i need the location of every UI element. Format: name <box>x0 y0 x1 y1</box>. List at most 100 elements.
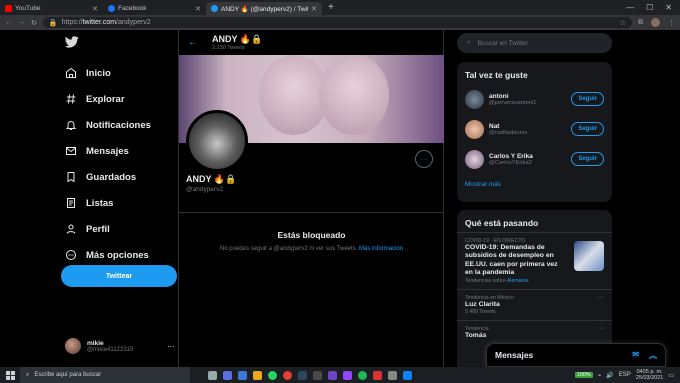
whatsapp-icon[interactable] <box>268 370 277 380</box>
nav-item-explorar[interactable]: Explorar <box>60 86 151 112</box>
app-icon[interactable] <box>373 370 382 380</box>
bell-icon <box>65 121 77 130</box>
new-tab-button[interactable]: + <box>322 2 340 15</box>
nav-item-label: Guardados <box>86 171 137 183</box>
more-icon[interactable]: ··· <box>597 325 604 332</box>
nav-item-inicio[interactable]: Inicio <box>60 60 151 86</box>
extensions-icon[interactable]: ⧉ <box>638 19 643 27</box>
suggestion-name: antoni <box>489 92 509 100</box>
learn-more-link[interactable]: Más información <box>359 246 403 252</box>
hashtag-icon <box>66 94 76 104</box>
window-controls: — ☐ ✕ <box>626 0 680 15</box>
reload-icon[interactable]: ↻ <box>31 19 37 27</box>
show-more-link[interactable]: Mostrar más <box>457 174 612 195</box>
avatar <box>465 119 484 139</box>
profile-avatar[interactable] <box>186 110 248 172</box>
back-nav-icon[interactable]: ← <box>5 19 12 26</box>
search-input[interactable]: ⌕ Buscar en Twitter <box>457 33 612 53</box>
volume-icon[interactable]: 🔊 <box>606 372 613 379</box>
system-tray: 100% ⌁ 🔊 ESP 0405 p. m. 25/03/2021 ▭ <box>574 369 680 381</box>
new-message-icon[interactable]: ✉ <box>632 350 639 361</box>
browser-menu-icon[interactable]: ⋮ <box>668 19 675 27</box>
folder-icon[interactable] <box>253 370 262 380</box>
home-icon <box>66 67 76 78</box>
back-arrow-icon[interactable]: ← <box>188 37 198 48</box>
suggestion-name: Carlos Y Erika <box>489 152 533 160</box>
app-icon[interactable] <box>403 370 412 380</box>
forward-nav-icon[interactable]: → <box>18 19 25 26</box>
clock[interactable]: 0405 p. m. 25/03/2021 <box>636 369 664 381</box>
close-icon[interactable]: ✕ <box>92 5 98 13</box>
more-options-button[interactable]: ··· <box>415 150 433 168</box>
list-item[interactable]: Nat @natilladanets Seguir <box>457 114 612 144</box>
messages-drawer[interactable]: Mensajes ✉ ︽ <box>486 343 666 367</box>
clock-date: 25/03/2021 <box>635 375 664 381</box>
browser-tab-strip: YouTube ✕ Facebook ✕ ANDY 🔥 (@andyperv2)… <box>0 0 680 15</box>
chevron-up-icon[interactable]: ︽ <box>649 350 657 361</box>
close-icon[interactable]: ✕ <box>195 5 201 13</box>
task-view-icon[interactable] <box>208 370 217 380</box>
trend-context: Tendencias sobre <box>465 277 506 284</box>
follow-button[interactable]: Seguir <box>571 152 604 166</box>
tweet-button[interactable]: Twittear <box>61 265 177 287</box>
close-icon[interactable]: ✕ <box>311 5 317 13</box>
maximize-icon[interactable]: ☐ <box>646 3 653 12</box>
nav-item-notificaciones[interactable]: Notificaciones <box>60 112 151 138</box>
close-window-icon[interactable]: ✕ <box>665 3 672 12</box>
left-sidebar: Inicio Explorar Notificaciones Mensajes … <box>60 30 180 367</box>
avatar <box>65 338 81 354</box>
envelope-icon <box>66 147 76 155</box>
app-icon[interactable] <box>328 370 337 380</box>
address-bar-row: ← → ↻ 🔒 https://twitter.com/andyperv2 ☆ … <box>0 15 680 30</box>
language-indicator[interactable]: ESP <box>619 372 631 378</box>
panel-title: Qué está pasando <box>465 218 539 228</box>
search-icon: ⌕ <box>26 371 30 378</box>
url-field[interactable]: 🔒 https://twitter.com/andyperv2 ☆ <box>42 17 632 28</box>
battery-indicator[interactable]: 100% <box>574 372 593 378</box>
notifications-icon[interactable]: ▭ <box>668 372 674 379</box>
divider <box>179 212 444 213</box>
chrome-icon[interactable] <box>283 370 292 380</box>
banner-shape <box>319 55 389 135</box>
twitch-icon[interactable] <box>343 370 352 380</box>
list-item[interactable]: antoni @perversoantoni1 Seguir <box>457 84 612 114</box>
trend-link[interactable]: Alemania <box>507 278 529 284</box>
follow-button[interactable]: Seguir <box>571 122 604 136</box>
account-switcher[interactable]: mikie @mikie41122315 ··· <box>65 338 175 354</box>
star-icon[interactable]: ☆ <box>620 19 626 27</box>
tab-twitter[interactable]: ANDY 🔥 (@andyperv2) / Twitter ✕ <box>206 2 322 15</box>
url-host: twitter.com <box>82 19 117 26</box>
app-icon[interactable] <box>388 370 397 380</box>
tab-label: Facebook <box>118 5 147 12</box>
nav-item-mensajes[interactable]: Mensajes <box>60 138 151 164</box>
network-icon[interactable]: ⌁ <box>598 372 602 379</box>
blocked-text: No puedes seguir a @andyperv2 ni ver sus… <box>219 246 358 252</box>
nav-item-listas[interactable]: Listas <box>60 190 151 216</box>
more-icon: ··· <box>167 341 175 351</box>
avatar <box>465 149 484 169</box>
twitter-logo-icon[interactable] <box>65 36 79 48</box>
app-icon[interactable] <box>238 370 247 380</box>
more-icon[interactable]: ··· <box>597 294 604 301</box>
tab-facebook[interactable]: Facebook ✕ <box>103 2 206 15</box>
nav-item-perfil[interactable]: Perfil <box>60 216 151 242</box>
nav-item-guardados[interactable]: Guardados <box>60 164 151 190</box>
app-icon[interactable] <box>223 370 232 380</box>
nav-item-label: Más opciones <box>86 249 149 261</box>
browser-profile-avatar[interactable] <box>651 18 660 27</box>
follow-button[interactable]: Seguir <box>571 92 604 106</box>
app-icon[interactable] <box>313 370 322 380</box>
steam-icon[interactable] <box>298 370 307 380</box>
panel-title: Tal vez te guste <box>465 70 528 80</box>
list-item[interactable]: Carlos Y Erika @CarlosYErika2 Seguir <box>457 144 612 174</box>
taskbar-search-input[interactable]: ⌕ Escribe aquí para buscar <box>20 367 190 383</box>
search-icon: ⌕ <box>467 39 471 46</box>
trend-item[interactable]: COVID-19 · EN DIRECTO COVID-19: Demandas… <box>457 232 612 289</box>
app-icon[interactable] <box>358 370 367 380</box>
nav-item-label: Mensajes <box>86 145 129 157</box>
trend-item[interactable]: Tendencia en México Luz Clarita 5.489 Tw… <box>457 288 612 320</box>
taskbar-apps <box>208 370 412 380</box>
tab-youtube[interactable]: YouTube ✕ <box>0 2 103 15</box>
windows-start-icon[interactable] <box>0 367 20 383</box>
minimize-icon[interactable]: — <box>626 3 634 12</box>
